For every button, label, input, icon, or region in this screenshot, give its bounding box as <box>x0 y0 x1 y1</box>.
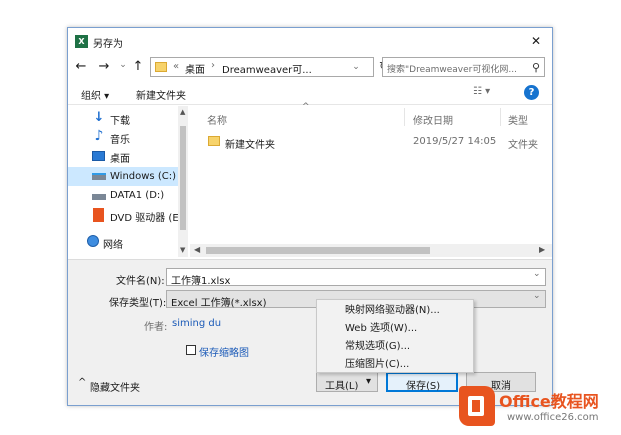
sidebar-item-desktop[interactable]: 桌面 <box>68 147 178 165</box>
hide-folders-button[interactable]: 隐藏文件夹 <box>90 379 140 394</box>
path-separator-icon: › <box>211 60 215 71</box>
scroll-right-icon[interactable]: ▶ <box>539 245 545 254</box>
sidebar-item-dvd-e[interactable]: DVD 驱动器 (E:) <box>68 206 186 224</box>
up-arrow-icon[interactable]: ↑ <box>130 58 146 74</box>
folder-icon <box>208 136 220 146</box>
scroll-thumb[interactable] <box>180 126 186 230</box>
chevron-down-icon[interactable]: ⌄ <box>533 269 541 279</box>
save-as-dialog: X 另存为 ✕ ← → ⌄ ↑ « 桌面 › Dreamweaver可... ⌄… <box>67 27 553 406</box>
close-icon[interactable]: ✕ <box>526 33 546 49</box>
path-overflow-icon[interactable]: « <box>173 61 179 72</box>
tools-menu: 映射网络驱动器(N)... Web 选项(W)... 常规选项(G)... 压缩… <box>316 299 474 373</box>
file-name: 新建文件夹 <box>225 140 275 151</box>
menu-item-web-options[interactable]: Web 选项(W)... <box>317 320 475 337</box>
window-title: 另存为 <box>93 39 123 50</box>
column-divider[interactable] <box>404 108 405 126</box>
sidebar-item-label: 桌面 <box>110 154 130 165</box>
music-icon: ♪ <box>94 128 104 144</box>
download-icon: ↓ <box>93 109 105 125</box>
nav-bar: ← → ⌄ ↑ « 桌面 › Dreamweaver可... ⌄ ↻ 搜索"Dr… <box>68 54 552 80</box>
sidebar-item-network[interactable]: 网络 <box>68 233 178 251</box>
sidebar-item-label: DATA1 (D:) <box>110 190 165 201</box>
hide-folders-icon[interactable]: ^ <box>78 377 86 388</box>
column-header-date[interactable]: 修改日期 <box>413 112 453 127</box>
sidebar-item-windows-c[interactable]: Windows (C:) <box>68 167 178 186</box>
sidebar-item-label: DVD 驱动器 (E:) <box>110 213 186 224</box>
horizontal-scrollbar[interactable]: ◀ ▶ <box>190 244 552 257</box>
filename-input[interactable]: 工作簿1.xlsx <box>171 272 230 287</box>
filename-field[interactable]: 工作簿1.xlsx ⌄ <box>166 268 546 287</box>
scroll-left-icon[interactable]: ◀ <box>194 245 200 254</box>
back-arrow-icon[interactable]: ← <box>73 58 89 74</box>
sidebar-item-data1-d[interactable]: DATA1 (D:) <box>68 187 178 205</box>
navigation-pane: ↓ 下载 ♪ 音乐 桌面 Windows (C:) DATA1 (D:) DVD… <box>68 106 188 257</box>
new-folder-button[interactable]: 新建文件夹 <box>136 87 186 102</box>
menu-item-compress-pictures[interactable]: 压缩图片(C)... <box>317 356 475 373</box>
author-label: 作者: <box>144 322 168 333</box>
forward-arrow-icon[interactable]: → <box>96 58 112 74</box>
drive-icon <box>92 173 106 180</box>
recent-locations-icon[interactable]: ⌄ <box>118 57 128 73</box>
column-header-type[interactable]: 类型 <box>508 112 528 127</box>
sort-indicator-icon: ^ <box>302 102 310 112</box>
watermark-brand: Office教程网 <box>499 392 599 411</box>
desktop-icon <box>92 151 105 161</box>
path-segment-desktop[interactable]: 桌面 <box>185 61 205 76</box>
tools-dropdown-icon: ▾ <box>366 376 372 387</box>
command-bar: 组织 ▾ 新建文件夹 ☷ ▾ ? <box>68 81 552 105</box>
file-type: 文件夹 <box>508 140 538 151</box>
menu-item-general-options[interactable]: 常规选项(G)... <box>317 338 475 355</box>
filetype-value: Excel 工作簿(*.xlsx) <box>171 298 267 309</box>
scroll-down-icon[interactable]: ▼ <box>180 246 185 254</box>
watermark: Office教程网 www.office26.com <box>453 380 621 435</box>
sidebar-item-label: 网络 <box>103 240 123 251</box>
organize-button[interactable]: 组织 ▾ <box>81 87 109 102</box>
column-header-name[interactable]: 名称 <box>207 112 227 127</box>
sidebar-item-music[interactable]: ♪ 音乐 <box>68 128 178 146</box>
sidebar-item-label: 下载 <box>110 116 130 127</box>
menu-item-map-network-drive[interactable]: 映射网络驱动器(N)... <box>317 302 475 319</box>
help-icon[interactable]: ? <box>524 85 539 100</box>
tools-button-label: 工具(L) <box>325 381 359 392</box>
excel-icon: X <box>75 35 88 48</box>
column-divider[interactable] <box>500 108 501 126</box>
author-value[interactable]: siming du <box>172 318 221 329</box>
scroll-thumb[interactable] <box>206 247 430 254</box>
sidebar-scrollbar[interactable]: ▲ ▼ <box>178 106 188 257</box>
view-options-icon[interactable]: ☷ ▾ <box>473 86 490 97</box>
watermark-url: www.office26.com <box>507 412 599 423</box>
address-bar[interactable]: « 桌面 › Dreamweaver可... ⌄ <box>150 57 374 77</box>
file-date: 2019/5/27 14:05 <box>413 136 497 147</box>
folder-icon <box>155 62 167 72</box>
chevron-down-icon[interactable]: ⌄ <box>533 291 541 301</box>
address-dropdown-icon[interactable]: ⌄ <box>351 59 361 75</box>
path-segment-folder[interactable]: Dreamweaver可... <box>222 61 312 76</box>
sidebar-item-label: Windows (C:) <box>110 171 176 182</box>
save-button[interactable]: 保存(S) <box>386 372 458 392</box>
drive-icon <box>92 194 106 200</box>
save-button-label: 保存(S) <box>406 381 441 392</box>
filetype-label: 保存类型(T): <box>109 298 167 309</box>
network-icon <box>87 235 99 247</box>
thumbnail-label[interactable]: 保存缩略图 <box>199 344 249 359</box>
filename-label: 文件名(N): <box>116 276 165 287</box>
search-icon[interactable]: ⚲ <box>529 60 543 74</box>
title-bar: X 另存为 ✕ <box>68 28 552 54</box>
sidebar-item-downloads[interactable]: ↓ 下载 <box>68 109 178 128</box>
scroll-up-icon[interactable]: ▲ <box>180 108 185 116</box>
search-input[interactable]: 搜索"Dreamweaver可视化网... <box>387 62 517 75</box>
search-box[interactable]: 搜索"Dreamweaver可视化网... ⚲ <box>382 57 545 77</box>
office-logo-icon <box>459 386 495 426</box>
thumbnail-checkbox[interactable] <box>186 345 196 355</box>
table-row[interactable]: 新建文件夹 2019/5/27 14:05 文件夹 <box>190 132 552 151</box>
file-list: ^ 名称 修改日期 类型 新建文件夹 2019/5/27 14:05 文件夹 <box>190 102 552 244</box>
tools-button[interactable]: 工具(L) ▾ <box>316 372 378 392</box>
office-icon <box>93 208 104 222</box>
sidebar-item-label: 音乐 <box>110 135 130 146</box>
